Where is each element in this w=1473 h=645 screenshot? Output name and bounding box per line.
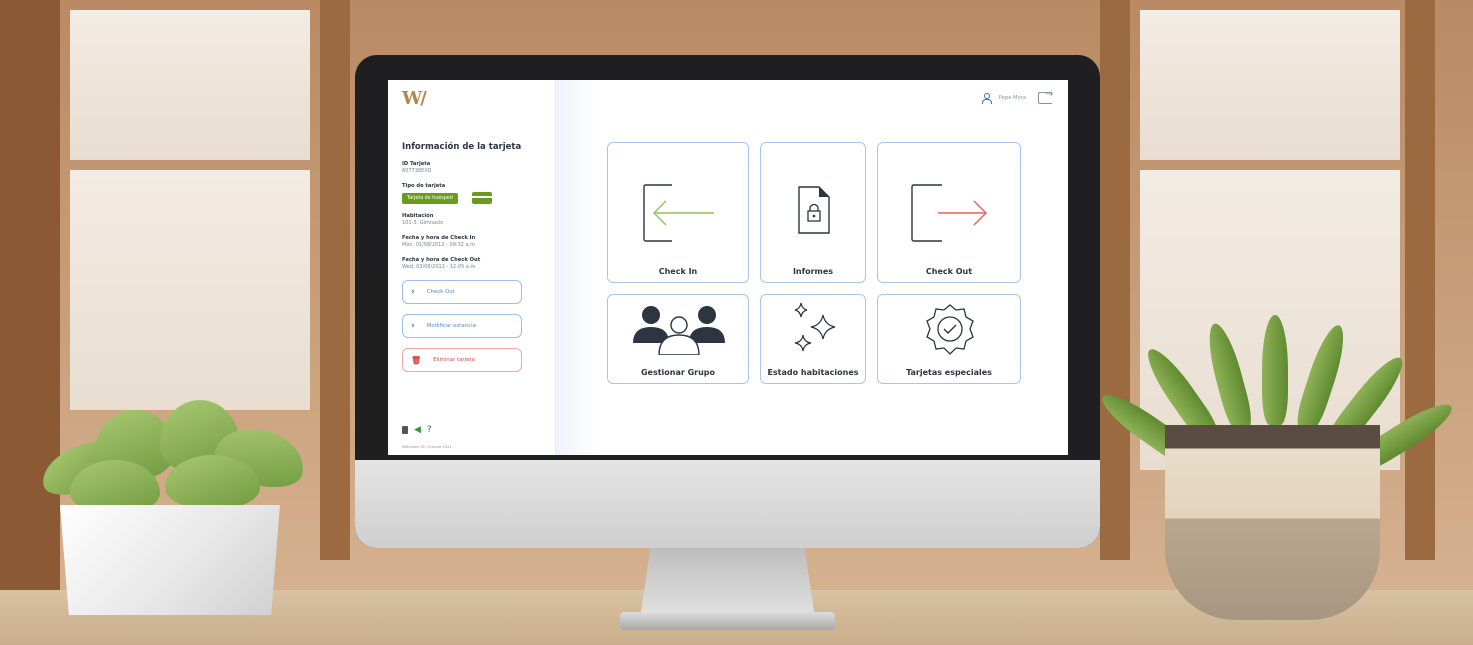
- window-mullion: [1405, 0, 1435, 560]
- app-screen: W/ Información de la tarjeta ID Tarjeta …: [388, 80, 1068, 455]
- card-info-sidebar: W/ Información de la tarjeta ID Tarjeta …: [388, 80, 556, 455]
- main-dashboard: Pepe Mora Check In Informes: [556, 80, 1068, 455]
- help-icon[interactable]: ?: [427, 425, 432, 435]
- tile-label: Check In: [658, 267, 698, 276]
- window-pane: [1140, 10, 1400, 160]
- check-in-icon: [643, 184, 714, 242]
- window-pane: [70, 170, 310, 410]
- group-icon: [633, 306, 725, 355]
- monitor-stand-base: [620, 612, 835, 630]
- tile-informes[interactable]: Informes: [760, 142, 866, 283]
- card-type-label: Tipo de tarjeta: [402, 183, 446, 189]
- tile-check-in[interactable]: Check In: [607, 142, 749, 283]
- checkout-datetime-value: Wed, 03/08/2012 - 12:05 a.m: [402, 264, 476, 270]
- footer-date: Miércoles 28, Octubre 2021: [402, 445, 452, 449]
- tile-tarjetas-especiales[interactable]: Tarjetas especiales: [877, 294, 1021, 384]
- logout-icon[interactable]: [1038, 89, 1053, 104]
- tile-label: Estado habitaciones: [767, 368, 859, 377]
- verified-badge-icon: [926, 304, 974, 355]
- card-type-badge: Tarjeta de huésped: [402, 192, 458, 204]
- room-label: Habitación: [402, 213, 434, 219]
- tile-label: Check Out: [925, 267, 973, 276]
- sidebar-footer-icons: ◀ ?: [402, 425, 432, 435]
- tile-estado-habitaciones[interactable]: Estado habitaciones: [760, 294, 866, 384]
- device-icon[interactable]: [402, 426, 408, 434]
- tile-check-out[interactable]: Check Out: [877, 142, 1021, 283]
- tile-label: Informes: [792, 267, 834, 276]
- window-pane: [70, 10, 310, 160]
- card-type-row: Tarjeta de huésped: [402, 192, 555, 204]
- locked-file-icon: [798, 186, 830, 234]
- user-name[interactable]: Pepe Mora: [999, 95, 1026, 101]
- credit-card-icon: [471, 192, 492, 204]
- delete-card-button-label: Eliminar tarjeta: [433, 357, 475, 363]
- chevron-right-icon: ›: [411, 287, 415, 297]
- checkin-datetime-value: Mon, 01/08/2012 - 09:32 a.m: [402, 242, 476, 248]
- monitor-chin: [355, 460, 1100, 548]
- checkout-datetime-label: Fecha y hora de Check Out: [402, 257, 481, 263]
- top-bar: Pepe Mora: [981, 89, 1053, 104]
- connection-icon[interactable]: ◀: [414, 425, 421, 435]
- app-logo[interactable]: W/: [402, 88, 555, 112]
- tile-label: Gestionar Grupo: [640, 368, 716, 377]
- delete-card-button[interactable]: 🗑 Eliminar tarjeta: [402, 348, 522, 372]
- left-pot: [60, 505, 280, 615]
- user-icon[interactable]: [981, 93, 992, 104]
- chevron-right-icon: ›: [411, 321, 415, 331]
- trash-icon: 🗑: [411, 355, 422, 365]
- card-id-value: 607738EXD: [402, 168, 432, 174]
- tile-gestionar-grupo[interactable]: Gestionar Grupo: [607, 294, 749, 384]
- tile-label: Tarjetas especiales: [906, 368, 992, 377]
- monitor-stand: [640, 548, 815, 618]
- checkout-button[interactable]: › Check Out: [402, 280, 522, 304]
- checkin-datetime-label: Fecha y hora de Check In: [402, 235, 476, 241]
- room-value: 101-3, Gimnasio: [402, 220, 444, 226]
- check-out-icon: [911, 184, 987, 242]
- checkout-button-label: Check Out: [426, 289, 455, 295]
- modify-stay-button[interactable]: › Modificar estancia: [402, 314, 522, 338]
- window-mullion: [1100, 0, 1130, 560]
- sparkles-icon: [794, 302, 836, 352]
- card-id-label: ID Tarjeta: [402, 161, 431, 167]
- sidebar-title: Información de la tarjeta: [402, 142, 522, 152]
- modify-stay-button-label: Modificar estancia: [426, 323, 476, 329]
- right-pot: [1165, 425, 1380, 620]
- window-mullion: [320, 0, 350, 560]
